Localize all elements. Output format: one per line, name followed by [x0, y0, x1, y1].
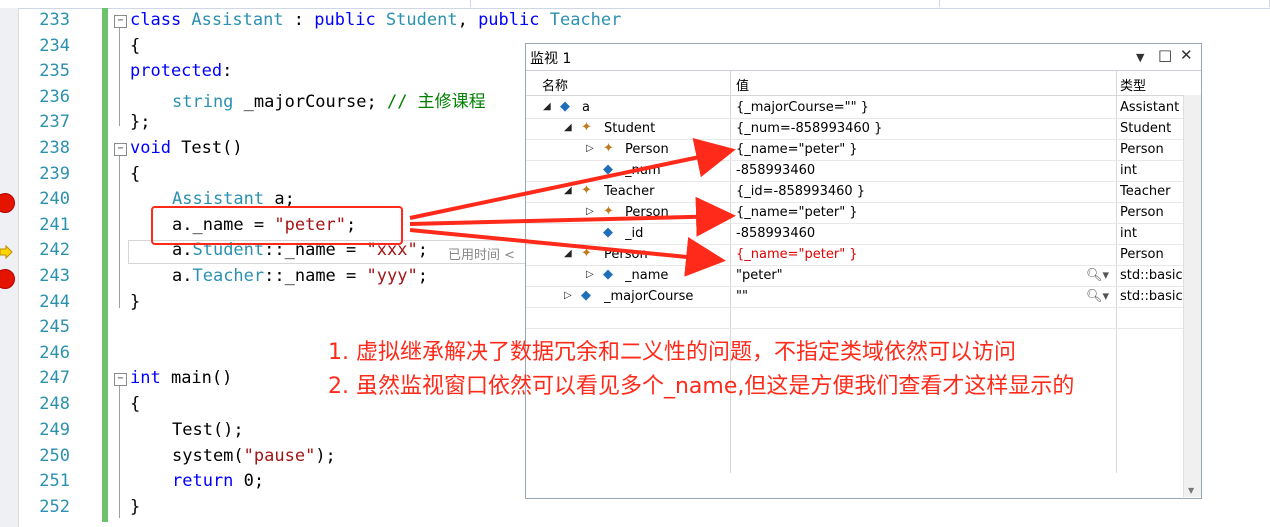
arrow-to-teacher-person: [409, 196, 736, 237]
arrow-to-virtual-person: [409, 228, 726, 277]
arrow-to-student-person: [409, 138, 736, 220]
annotation-note-1: 1. 虚拟继承解决了数据冗余和二义性的问题，不指定类域依然可以访问: [328, 340, 1016, 365]
annotation-note-2: 2. 虽然监视窗口依然可以看见多个_name,但这是方便我们查看才这样显示的: [328, 374, 1075, 399]
annotation-arrows: [409, 138, 736, 277]
